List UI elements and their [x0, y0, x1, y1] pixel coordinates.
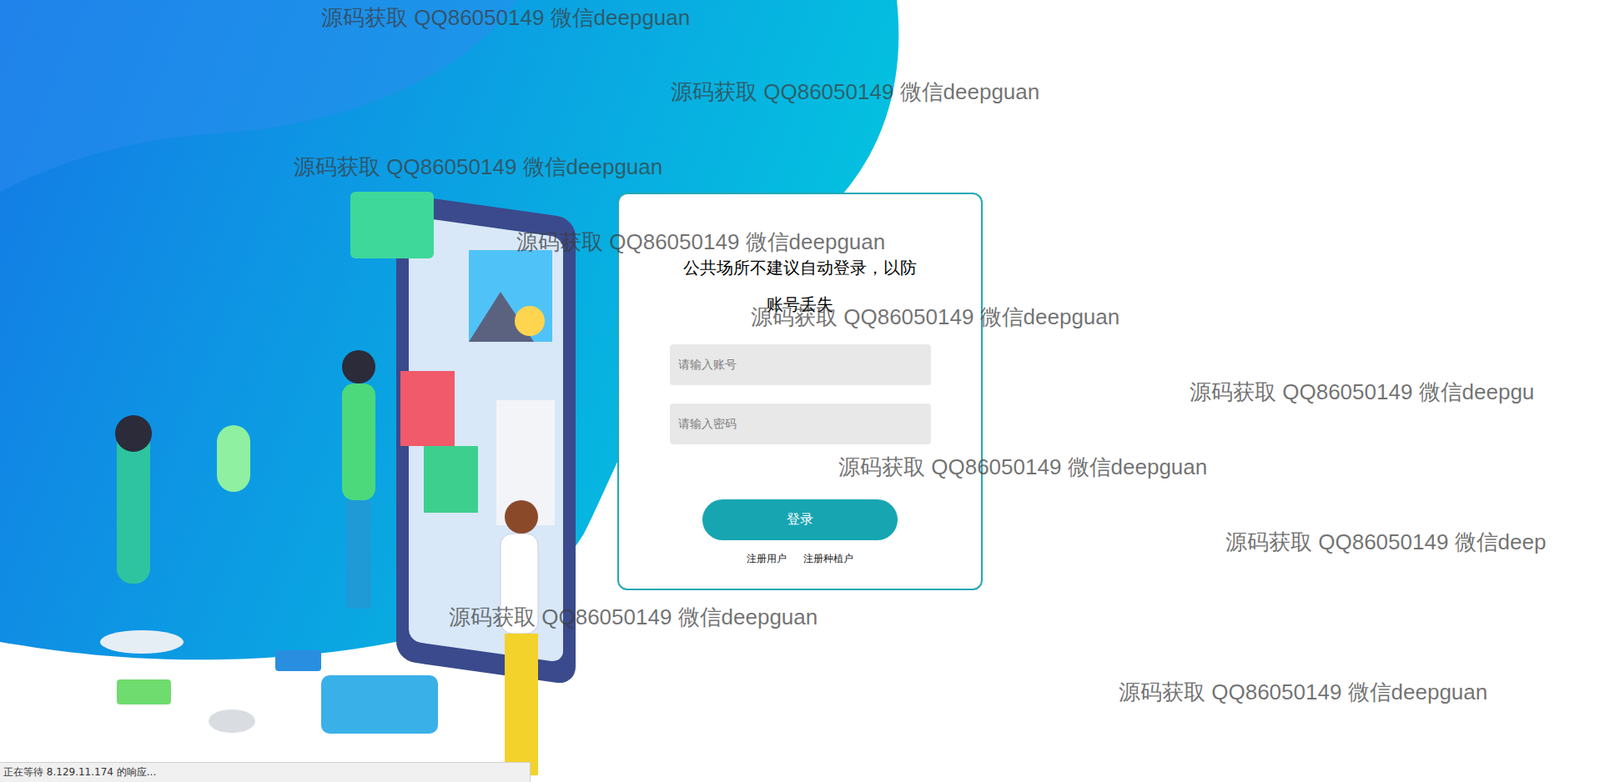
register-links: 注册用户 注册种植户 [746, 552, 854, 567]
login-card: 公共场所不建议自动登录，以防账号丢失 登录 注册用户 注册种植户 [617, 192, 983, 591]
watermark: 源码获取 QQ86050149 微信deepgu [1189, 377, 1535, 408]
login-page: 公共场所不建议自动登录，以防账号丢失 登录 注册用户 注册种植户 源码获取 QQ8… [0, 0, 1600, 782]
watermark: 源码获取 QQ86050149 微信deepguan [670, 77, 1040, 107]
password-input[interactable] [669, 403, 931, 445]
status-bar: 正在等待 8.129.11.174 的响应... [0, 762, 531, 782]
watermark: 源码获取 QQ86050149 微信deepguan [838, 452, 1208, 483]
text-input[interactable] [669, 344, 931, 386]
login-fields [669, 344, 931, 445]
watermark: 源码获取 QQ86050149 微信deepguan [1118, 678, 1488, 708]
watermark-layer: 源码获取 QQ86050149 微信deepguan 源码获取 QQ8605014… [0, 0, 1600, 782]
watermark: 源码获取 QQ86050149 微信deepguan [516, 227, 886, 257]
watermark: 源码获取 QQ86050149 微信deepguan [448, 603, 818, 633]
watermark: 源码获取 QQ86050149 微信deepguan [293, 152, 663, 182]
login-button[interactable]: 登录 [702, 499, 898, 541]
register-link[interactable]: 注册种植户 [803, 552, 854, 567]
notice-text: 公共场所不建议自动登录，以防账号丢失 [679, 249, 921, 323]
register-link[interactable]: 注册用户 [746, 552, 787, 567]
watermark: 源码获取 QQ86050149 微信deepguan [750, 302, 1120, 333]
watermark: 源码获取 QQ86050149 微信deepguan [321, 3, 690, 33]
watermark: 源码获取 QQ86050149 微信deep [1225, 528, 1546, 558]
